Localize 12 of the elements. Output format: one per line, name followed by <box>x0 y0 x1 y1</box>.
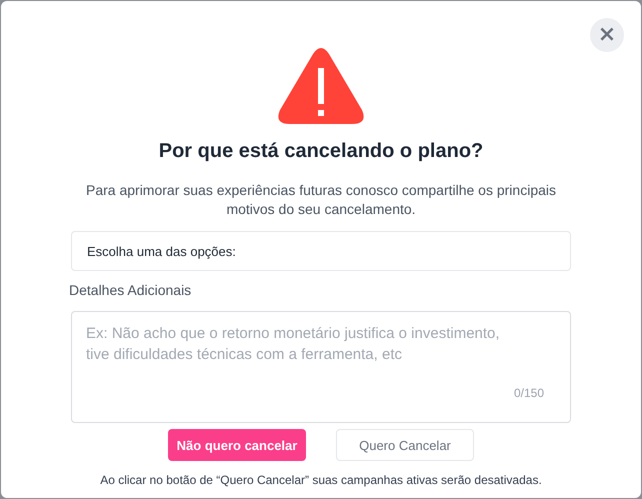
character-counter: 0/150 <box>514 386 544 400</box>
select-field[interactable]: Escolha uma das opções: <box>71 231 571 271</box>
close-button[interactable]: × <box>590 18 624 52</box>
field-label: Detalhes Adicionais <box>69 282 192 298</box>
warning-note: Ao clicar no botão de “Quero Cancelar” suas campanhas ativas serão desativadas. <box>100 473 542 487</box>
warning-icon <box>276 48 366 126</box>
text-area[interactable]: Ex: Não acho que o retorno monetário justifica o investimento, tive dificuldades técnicas com a ferramenta, etc 0/150 <box>71 311 571 423</box>
keep-plan-button[interactable]: Não quero cancelar <box>168 429 306 461</box>
cancel-plan-button[interactable]: Quero Cancelar <box>336 429 474 461</box>
placeholder-text: Ex: Não acho que o retorno monetário justifica o investimento, tive dificuldades técnicas com a ferramenta, etc <box>86 324 501 365</box>
dialog-title: Por que está cancelando o plano? <box>158 140 484 163</box>
description-text: Para aprimorar suas experiências futuras conosco compartilhe os principais motivos do seu cancelamento. <box>85 181 557 219</box>
